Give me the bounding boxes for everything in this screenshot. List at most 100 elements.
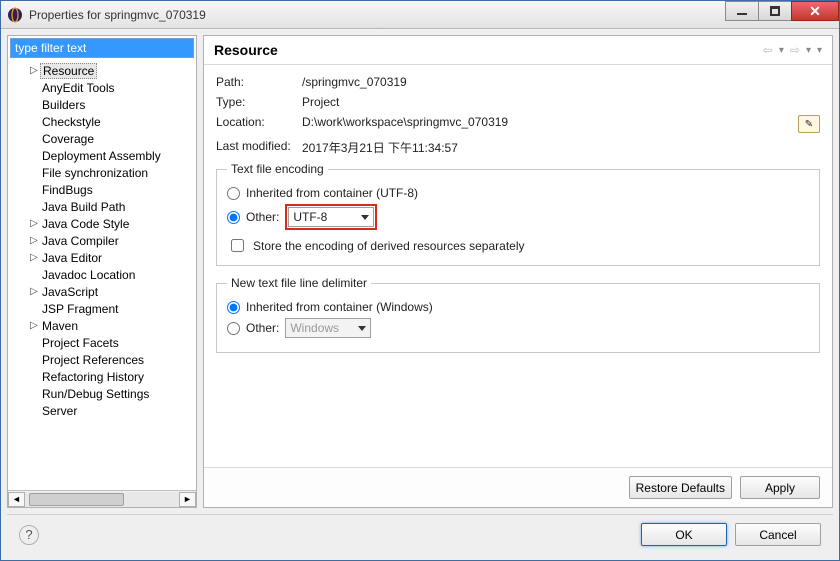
delimiter-other-label: Other:	[246, 321, 279, 335]
encoding-group: Text file encoding Inherited from contai…	[216, 162, 820, 266]
tree-item-label: Builders	[40, 98, 87, 112]
tree-item[interactable]: File synchronization	[8, 164, 196, 181]
path-label: Path:	[216, 75, 302, 89]
expand-icon[interactable]: ▷	[28, 320, 40, 331]
client-area: ▷ResourceAnyEdit ToolsBuildersCheckstyle…	[1, 29, 839, 560]
back-icon[interactable]: ⇦	[763, 43, 773, 57]
expand-icon[interactable]: ▷	[28, 235, 40, 246]
scroll-right-arrow[interactable]: ►	[179, 492, 196, 507]
panel-title: Resource	[214, 42, 763, 58]
restore-defaults-button[interactable]: Restore Defaults	[629, 476, 732, 499]
tree-item[interactable]: Refactoring History	[8, 368, 196, 385]
type-value: Project	[302, 95, 820, 109]
apply-button[interactable]: Apply	[740, 476, 820, 499]
tree-item-label: Run/Debug Settings	[40, 387, 151, 401]
body-split: ▷ResourceAnyEdit ToolsBuildersCheckstyle…	[7, 35, 833, 508]
tree-item[interactable]: Coverage	[8, 130, 196, 147]
tree-item[interactable]: AnyEdit Tools	[8, 79, 196, 96]
lastmod-value: 2017年3月21日 下午11:34:57	[302, 139, 820, 156]
encoding-group-label: Text file encoding	[227, 162, 328, 176]
tree-item[interactable]: ▷Java Compiler	[8, 232, 196, 249]
tree-item-label: Java Editor	[40, 251, 104, 265]
expand-icon[interactable]: ▷	[28, 218, 40, 229]
scroll-left-arrow[interactable]: ◄	[8, 492, 25, 507]
back-menu-icon[interactable]: ▾	[779, 45, 784, 56]
forward-menu-icon[interactable]: ▾	[806, 45, 811, 56]
path-value: /springmvc_070319	[302, 75, 820, 89]
category-tree[interactable]: ▷ResourceAnyEdit ToolsBuildersCheckstyle…	[8, 60, 196, 490]
encoding-store-checkbox[interactable]	[231, 239, 244, 252]
panel-nav-icons: ⇦ ▾ ⇨ ▾ ▾	[763, 43, 822, 57]
resource-panel: Resource ⇦ ▾ ⇨ ▾ ▾ Path: /springmvc_0703…	[203, 35, 833, 508]
tree-item[interactable]: Javadoc Location	[8, 266, 196, 283]
tree-item[interactable]: Run/Debug Settings	[8, 385, 196, 402]
tree-item[interactable]: FindBugs	[8, 181, 196, 198]
panel-body: Path: /springmvc_070319 Type: Project Lo…	[204, 65, 832, 467]
tree-item[interactable]: Project Facets	[8, 334, 196, 351]
tree-item[interactable]: Builders	[8, 96, 196, 113]
tree-item-label: Project Facets	[40, 336, 121, 350]
tree-item-label: Resource	[40, 63, 97, 79]
expand-icon[interactable]: ▷	[28, 252, 40, 263]
eclipse-icon	[7, 7, 23, 23]
tree-item[interactable]: Checkstyle	[8, 113, 196, 130]
encoding-other-radio[interactable]	[227, 211, 240, 224]
tree-item-label: Javadoc Location	[40, 268, 137, 282]
tree-item-label: Project References	[40, 353, 146, 367]
window-title: Properties for springmvc_070319	[29, 8, 726, 22]
tree-item[interactable]: Java Build Path	[8, 198, 196, 215]
help-button[interactable]: ?	[19, 525, 39, 545]
tree-item-label: Java Compiler	[40, 234, 121, 248]
delimiter-combo[interactable]: Windows	[285, 318, 371, 338]
tree-item[interactable]: Project References	[8, 351, 196, 368]
tree-item[interactable]: ▷Java Code Style	[8, 215, 196, 232]
encoding-combo[interactable]: UTF-8	[288, 207, 374, 227]
scroll-track[interactable]	[25, 492, 179, 507]
tree-item-label: Server	[40, 404, 79, 418]
tree-item-label: Deployment Assembly	[40, 149, 163, 163]
maximize-button[interactable]	[758, 1, 792, 21]
expand-icon[interactable]: ▷	[28, 65, 40, 76]
type-label: Type:	[216, 95, 302, 109]
tree-item-label: Maven	[40, 319, 80, 333]
location-value: D:\work\workspace\springmvc_070319	[302, 115, 798, 133]
panel-menu-icon[interactable]: ▾	[817, 45, 822, 56]
horizontal-scrollbar[interactable]: ◄ ►	[8, 490, 196, 507]
tree-item-label: JavaScript	[40, 285, 100, 299]
minimize-button[interactable]	[725, 1, 759, 21]
encoding-inherited-radio[interactable]	[227, 187, 240, 200]
filter-input[interactable]	[10, 38, 194, 58]
tree-item[interactable]: Deployment Assembly	[8, 147, 196, 164]
encoding-inherited-label: Inherited from container (UTF-8)	[246, 186, 418, 200]
help-icon: ?	[25, 527, 32, 542]
tree-item-label: Coverage	[40, 132, 96, 146]
location-label: Location:	[216, 115, 302, 133]
delimiter-inherited-label: Inherited from container (Windows)	[246, 300, 433, 314]
encoding-store-label: Store the encoding of derived resources …	[253, 239, 525, 253]
tree-item-label: Java Build Path	[40, 200, 127, 214]
window-controls: ✕	[726, 1, 839, 28]
forward-icon[interactable]: ⇨	[790, 43, 800, 57]
tree-item-label: Java Code Style	[40, 217, 131, 231]
tree-item[interactable]: ▷JavaScript	[8, 283, 196, 300]
filter-container	[10, 38, 194, 58]
properties-window: Properties for springmvc_070319 ✕ ▷Resou…	[0, 0, 840, 561]
location-edit-button[interactable]: ✎	[798, 115, 820, 133]
encoding-other-label: Other:	[246, 210, 279, 224]
tree-item[interactable]: ▷Resource	[8, 62, 196, 79]
delimiter-other-radio[interactable]	[227, 322, 240, 335]
cancel-button[interactable]: Cancel	[735, 523, 821, 546]
tree-item[interactable]: ▷Maven	[8, 317, 196, 334]
scroll-thumb[interactable]	[29, 493, 124, 506]
expand-icon[interactable]: ▷	[28, 286, 40, 297]
encoding-highlight: UTF-8	[285, 204, 377, 230]
delimiter-inherited-radio[interactable]	[227, 301, 240, 314]
tree-item[interactable]: Server	[8, 402, 196, 419]
tree-item[interactable]: JSP Fragment	[8, 300, 196, 317]
tree-item-label: Checkstyle	[40, 115, 103, 129]
ok-button[interactable]: OK	[641, 523, 727, 546]
panel-footer: Restore Defaults Apply	[204, 467, 832, 507]
close-button[interactable]: ✕	[791, 1, 839, 21]
tree-item[interactable]: ▷Java Editor	[8, 249, 196, 266]
navigation-sidebar: ▷ResourceAnyEdit ToolsBuildersCheckstyle…	[7, 35, 197, 508]
